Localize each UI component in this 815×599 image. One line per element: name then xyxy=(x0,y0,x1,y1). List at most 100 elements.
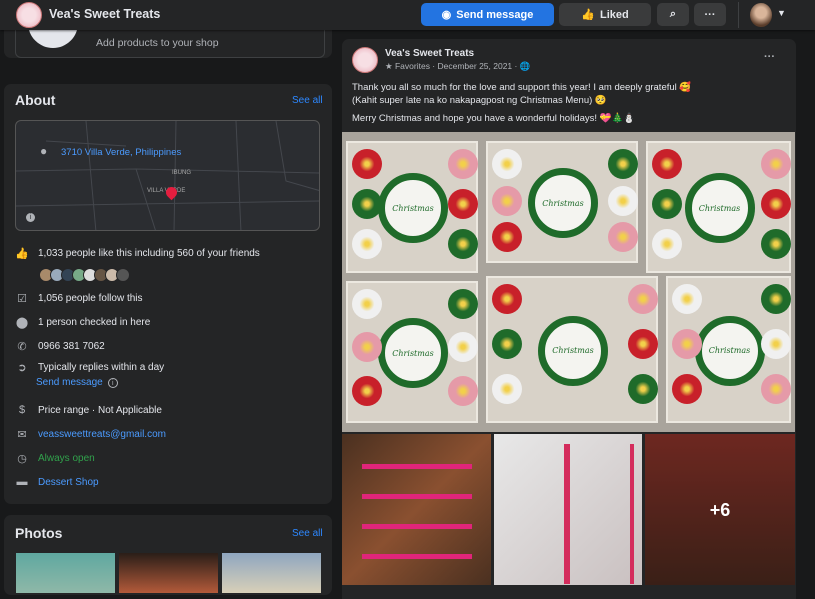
cupcake xyxy=(761,229,791,259)
hours-row: ◷ Always open xyxy=(17,452,95,465)
post-photo[interactable] xyxy=(494,434,642,585)
messenger-icon: ➲ xyxy=(17,361,27,374)
photos-card: Photos See all xyxy=(4,515,332,595)
cupcake xyxy=(652,229,682,259)
phone-icon: ✆ xyxy=(17,340,27,353)
christmas-cake: Christmas xyxy=(378,173,448,243)
christmas-cake: Christmas xyxy=(694,315,765,386)
cupcake xyxy=(761,374,791,404)
about-title: About xyxy=(15,92,56,108)
email-row: ✉ veassweettreats@gmail.com xyxy=(17,428,166,441)
follows-row: ☑ 1,056 people follow this xyxy=(17,292,143,305)
photos-see-all-link[interactable]: See all xyxy=(292,528,323,539)
cupcake xyxy=(652,149,682,179)
cupcake xyxy=(608,149,638,179)
cupcake xyxy=(628,284,658,314)
follow-icon: ☑ xyxy=(17,292,27,305)
cupcake xyxy=(492,374,522,404)
map-address[interactable]: 3710 Villa Verde, Philippines xyxy=(61,147,181,158)
cupcake xyxy=(761,284,791,314)
cupcake xyxy=(672,329,702,359)
post-text: Thank you all so much for the love and s… xyxy=(352,82,692,124)
info-icon[interactable]: i xyxy=(107,377,118,388)
cupcake-box: Christmas xyxy=(666,276,791,423)
location-map[interactable]: ● 3710 Villa Verde, Philippines IBUNG VI… xyxy=(15,120,320,231)
thumbs-up-icon: 👍 xyxy=(15,247,29,260)
cupcake-box: Christmas xyxy=(346,281,478,423)
cupcake xyxy=(492,222,522,253)
friend-avatars[interactable] xyxy=(39,268,130,282)
photo-thumbnail[interactable] xyxy=(119,553,218,593)
category-icon: ▬ xyxy=(16,476,28,488)
profile-avatar[interactable] xyxy=(750,3,772,27)
cupcake xyxy=(628,374,658,404)
price-row: $ Price range · Not Applicable xyxy=(16,404,162,416)
cupcake-box: Christmas xyxy=(486,141,638,263)
send-message-link[interactable]: Send message i xyxy=(36,377,118,388)
globe-icon: 🌐 xyxy=(517,61,531,71)
post-meta: ★ Favorites · December 25, 2021 · 🌐 xyxy=(385,61,531,71)
checkins-row: ⬤ 1 person checked in here xyxy=(15,316,151,329)
category-row: ▬ Dessert Shop xyxy=(16,476,99,488)
cupcake xyxy=(492,329,522,359)
cupcake xyxy=(672,284,702,314)
photo-thumbnail[interactable] xyxy=(222,553,321,593)
replies-row: ➲ Typically replies within a day xyxy=(17,361,165,374)
photo-thumbnail[interactable] xyxy=(16,553,115,593)
cupcake xyxy=(352,229,382,259)
envelope-icon: ✉ xyxy=(17,428,27,441)
cupcake-box: Christmas xyxy=(486,276,658,423)
dollar-icon: $ xyxy=(18,404,26,416)
christmas-cake: Christmas xyxy=(528,168,598,238)
cupcake xyxy=(492,149,522,179)
cupcake xyxy=(448,289,478,319)
map-label: IBUNG xyxy=(172,170,192,176)
post-author-avatar[interactable] xyxy=(352,47,378,73)
more-button[interactable]: ··· xyxy=(694,3,726,26)
checkin-icon: ⬤ xyxy=(15,316,29,329)
cupcake xyxy=(761,189,791,219)
location-pin-icon: ● xyxy=(40,144,48,158)
cupcake-box: Christmas xyxy=(646,141,791,273)
post-author[interactable]: Vea's Sweet Treats xyxy=(385,48,474,59)
page-name: Vea's Sweet Treats xyxy=(49,7,161,21)
cupcake xyxy=(448,229,478,259)
top-bar: Vea's Sweet Treats ◉ Send message 👍 Liked … xyxy=(0,0,815,30)
cupcake xyxy=(448,332,478,363)
cupcake xyxy=(672,374,702,404)
phone-row: ✆ 0966 381 7062 xyxy=(17,340,105,353)
christmas-cake: Christmas xyxy=(538,315,608,386)
christmas-cake: Christmas xyxy=(378,318,448,388)
cupcake xyxy=(448,149,478,179)
cupcake xyxy=(608,222,638,253)
thumbs-up-icon: 👍 xyxy=(581,9,595,21)
clock-icon: ◷ xyxy=(17,452,27,465)
cupcake xyxy=(448,189,478,219)
cupcake xyxy=(628,329,658,359)
cupcake xyxy=(761,149,791,179)
cupcake xyxy=(652,189,682,219)
star-icon: ★ xyxy=(385,61,395,71)
info-icon[interactable]: i xyxy=(26,213,35,222)
divider xyxy=(738,2,739,28)
cupcake xyxy=(761,329,791,359)
cupcake xyxy=(492,185,522,216)
send-message-button[interactable]: ◉ Send message xyxy=(421,3,554,26)
page-logo[interactable] xyxy=(16,2,42,28)
liked-button[interactable]: 👍 Liked xyxy=(559,3,651,26)
post-photo-more[interactable]: +6 xyxy=(645,434,795,585)
cupcake xyxy=(352,375,382,406)
search-icon: ⌕ xyxy=(669,8,677,20)
cupcake xyxy=(352,189,382,219)
photos-title: Photos xyxy=(15,525,63,541)
likes-row: 👍 1,033 people like this including 560 of… xyxy=(15,247,260,260)
post-photo[interactable] xyxy=(342,434,491,585)
account-dropdown-icon[interactable]: ▼ xyxy=(777,8,786,18)
about-see-all-link[interactable]: See all xyxy=(292,95,323,106)
search-button[interactable]: ⌕ xyxy=(657,3,689,26)
shop-subtitle: Add products to your shop xyxy=(96,37,219,49)
post-options-button[interactable]: ··· xyxy=(764,51,775,63)
post-main-photo[interactable]: Christmas Christmas Christmas Christmas Chri… xyxy=(342,132,795,432)
cupcake-box: Christmas xyxy=(346,141,478,273)
more-photos-count: +6 xyxy=(709,500,731,520)
